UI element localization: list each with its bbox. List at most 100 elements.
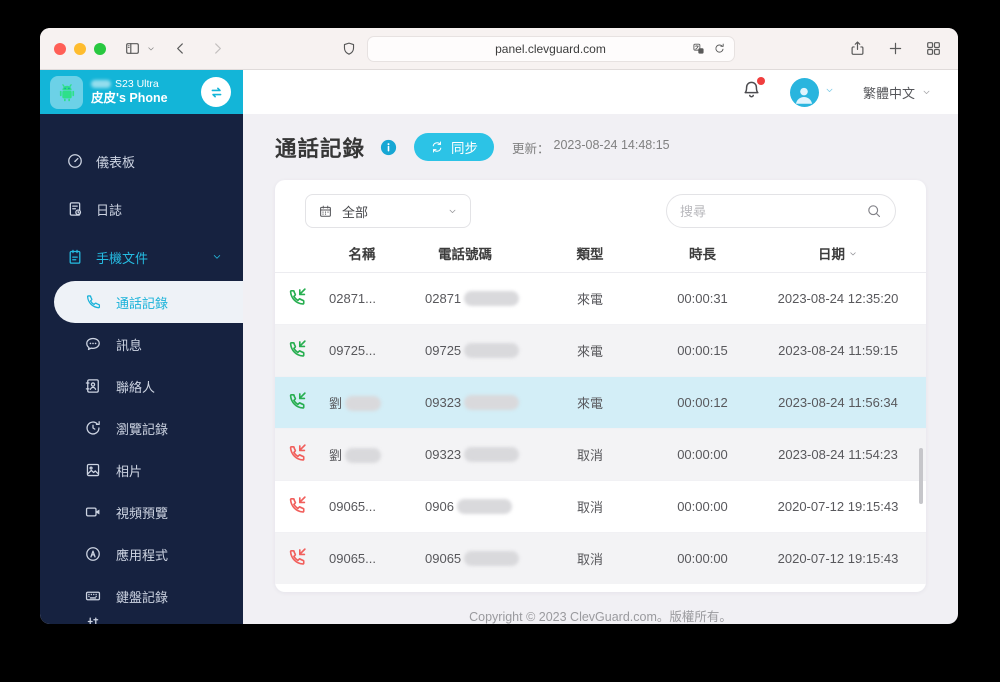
- call-log-row[interactable]: 09725... 09725 來電 00:00:15 2023-08-24 11:59:…: [275, 324, 926, 377]
- column-header: 電話號碼: [405, 234, 525, 273]
- sidebar-item-photos[interactable]: 相片: [40, 449, 243, 491]
- sidebar-item-phone-files[interactable]: 手機文件: [40, 233, 243, 281]
- address-bar[interactable]: panel.clevguard.com: [366, 35, 735, 62]
- sidebar-item-browsing-history[interactable]: 瀏覽記錄: [40, 407, 243, 449]
- chevron-down-icon[interactable]: [146, 44, 156, 54]
- search-box: [666, 194, 896, 228]
- call-log-row[interactable]: 02871... 02871 來電 00:00:31 2023-08-24 12:35:…: [275, 272, 926, 325]
- sidebar-toggle-icon[interactable]: [124, 40, 141, 57]
- device-name: 皮皮's Phone: [91, 90, 168, 105]
- phone-icon: [84, 293, 102, 311]
- device-header: S23 Ultra 皮皮's Phone: [40, 70, 243, 114]
- cancelled-call-icon: [286, 441, 309, 464]
- close-window-button[interactable]: [54, 42, 66, 55]
- sidebar-item-messages[interactable]: 訊息: [40, 323, 243, 365]
- sidebar-item-label: 訊息: [116, 337, 143, 353]
- call-name: 劉: [319, 428, 405, 481]
- forward-button[interactable]: [209, 40, 226, 57]
- redacted-phone: [456, 498, 512, 514]
- share-icon[interactable]: [849, 40, 866, 57]
- date-filter-value: 全部: [342, 204, 369, 220]
- call-phone: 09065: [405, 532, 525, 584]
- col-icon: [275, 234, 319, 273]
- sidebar: 儀表板日誌手機文件通話記錄訊息聯絡人瀏覽記錄相片 視頻預覽應用程式鍵盤記錄: [40, 114, 243, 624]
- language-label: 繁體中文: [862, 85, 915, 101]
- account-menu[interactable]: [789, 77, 835, 107]
- sidebar-item-contacts[interactable]: 聯絡人: [40, 365, 243, 407]
- sidebar-item-label: 日誌: [96, 202, 123, 218]
- call-date: 2020-07-12 19:15:43: [777, 550, 899, 566]
- last-updated: 更新： 2023-08-24 14:48:15: [512, 137, 670, 156]
- sort-chevron-icon[interactable]: [845, 247, 858, 262]
- sidebar-item-dashboard[interactable]: 儀表板: [40, 137, 243, 185]
- zoom-window-button[interactable]: [94, 42, 106, 55]
- column-header: 類型: [525, 234, 655, 273]
- sidebar-item-video-preview[interactable]: 視頻預覽: [40, 491, 243, 533]
- call-name: 09725...: [319, 324, 405, 377]
- contacts-icon: [84, 377, 102, 395]
- redacted-phone: [464, 394, 520, 410]
- search-input[interactable]: [680, 203, 866, 219]
- scrollbar-thumb[interactable]: [919, 448, 923, 504]
- info-icon[interactable]: [379, 138, 398, 157]
- sidebar-item-label: 手機文件: [96, 250, 149, 266]
- cancelled-call-icon: [286, 545, 309, 568]
- back-button[interactable]: [172, 40, 189, 57]
- language-selector[interactable]: 繁體中文: [863, 83, 932, 102]
- sidebar-item-label: 應用程式: [116, 547, 169, 563]
- notifications-button[interactable]: [741, 77, 765, 105]
- journal-icon: [66, 200, 84, 218]
- incoming-call-icon: [286, 389, 309, 412]
- switch-device-button[interactable]: [201, 77, 231, 107]
- chevron-down-icon: [211, 251, 223, 263]
- cancelled-call-icon: [286, 493, 309, 516]
- main-content: 通話記錄 同步 更新： 2023-08-24 14:48:15 全部 搜尋 名稱…: [243, 114, 958, 624]
- sidebar-nav: 儀表板日誌手機文件通話記錄訊息聯絡人瀏覽記錄相片 視頻預覽應用程式鍵盤記錄: [40, 114, 243, 624]
- call-phone: 09323: [405, 376, 525, 429]
- page-title: 通話記錄: [275, 136, 366, 161]
- redacted-name: [345, 447, 382, 463]
- refresh-icon: [430, 140, 444, 154]
- redacted-name: [345, 395, 382, 411]
- date-filter-dropdown[interactable]: 全部: [305, 194, 471, 228]
- call-phone: 09725: [405, 324, 525, 377]
- call-type: 取消: [525, 428, 655, 481]
- call-log-row[interactable]: 劉 09323 取消 00:00:00 2023-08-24 11:54:23: [275, 428, 926, 481]
- column-header: 時長: [655, 234, 750, 273]
- sidebar-item-apps[interactable]: 應用程式: [40, 533, 243, 575]
- search-icon[interactable]: [866, 203, 882, 219]
- call-type: 取消: [576, 551, 603, 567]
- sidebar-item-keyboard-records[interactable]: 鍵盤記錄: [40, 575, 243, 617]
- sync-button[interactable]: 同步: [414, 133, 495, 161]
- call-log-row[interactable]: 09065... 09065 取消 00:00:00 2020-07-12 19:15:…: [275, 532, 926, 584]
- call-duration: 00:00:12: [655, 376, 750, 429]
- column-header[interactable]: 日期: [750, 234, 926, 273]
- call-duration: 00:00:00: [655, 480, 750, 533]
- call-date: 2023-08-24 12:35:20: [750, 272, 926, 325]
- call-name: 09065...: [329, 550, 376, 566]
- sidebar-item-logs[interactable]: 日誌: [40, 185, 243, 233]
- tab-overview-icon[interactable]: [925, 40, 942, 57]
- call-duration: 00:00:31: [655, 272, 750, 325]
- new-tab-icon[interactable]: [887, 40, 904, 57]
- redacted-phone: [464, 290, 520, 306]
- minimize-window-button[interactable]: [74, 42, 86, 55]
- notification-dot: [756, 77, 765, 85]
- redacted-model-prefix: [91, 80, 111, 89]
- sidebar-item-label: 瀏覽記錄: [116, 421, 169, 437]
- translate-icon[interactable]: [692, 42, 705, 55]
- copyright-footer: Copyright © 2023 ClevGuard.com。版權所有。: [469, 610, 732, 624]
- avatar: [789, 77, 819, 107]
- privacy-shield-icon[interactable]: [341, 41, 357, 57]
- call-date: 2023-08-24 11:59:15: [750, 324, 926, 377]
- gauge-icon: [66, 152, 84, 170]
- sidebar-item-more-partial[interactable]: [40, 617, 243, 624]
- call-log-row[interactable]: 劉 09323 來電 00:00:12 2023-08-24 11:56:34: [275, 376, 926, 429]
- history-icon: [84, 419, 102, 437]
- call-date: 2023-08-24 11:54:23: [750, 428, 926, 481]
- redacted-phone: [464, 446, 520, 462]
- sidebar-item-call-records[interactable]: 通話記錄: [54, 281, 243, 323]
- reload-icon[interactable]: [713, 42, 726, 55]
- call-log-row[interactable]: 09065... 0906 取消 00:00:00 2020-07-12 19:15:4…: [275, 480, 926, 533]
- chevron-down-icon: [824, 83, 835, 101]
